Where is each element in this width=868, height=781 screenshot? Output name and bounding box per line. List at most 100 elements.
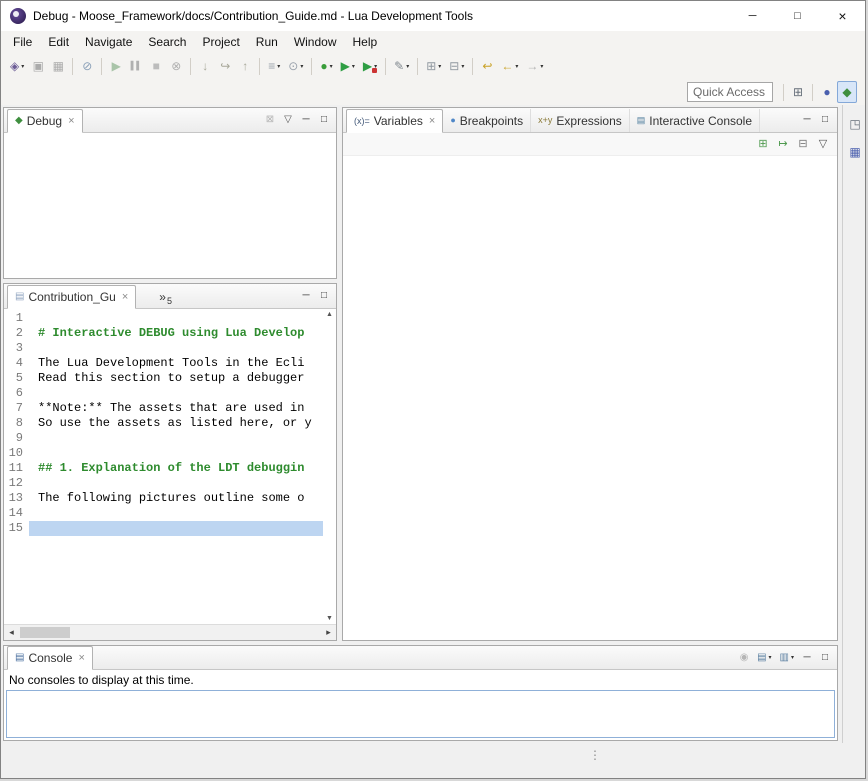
editor-line[interactable]: 6 bbox=[4, 386, 323, 401]
tab-interactive-console[interactable]: ▤Interactive Console bbox=[630, 109, 760, 132]
dropdown-arrow-icon[interactable]: ▾ bbox=[769, 654, 772, 661]
tab-debug[interactable]: ◆ Debug × bbox=[7, 109, 83, 133]
collapse-all-icon[interactable]: ⊟ bbox=[793, 133, 813, 155]
editor-line[interactable]: 15 bbox=[4, 521, 323, 536]
horizontal-scrollbar[interactable]: ◂ ▸ bbox=[4, 624, 336, 640]
sash-drag-handle[interactable]: ⋮ bbox=[589, 748, 601, 762]
scroll-right-icon[interactable]: ▸ bbox=[321, 627, 336, 638]
menu-run[interactable]: Run bbox=[248, 33, 286, 51]
tab-contribution-guide[interactable]: ▤ Contribution_Gu × bbox=[7, 285, 136, 309]
menu-edit[interactable]: Edit bbox=[40, 33, 77, 51]
editor-line[interactable]: 2# Interactive DEBUG using Lua Develop bbox=[4, 326, 323, 341]
last-edit-location-icon[interactable]: ↩ bbox=[477, 55, 497, 77]
editor-line[interactable]: 4The Lua Development Tools in the Ecli bbox=[4, 356, 323, 371]
remove-all-terminated-icon[interactable]: ⊠ bbox=[261, 110, 279, 130]
editor-line[interactable]: 10 bbox=[4, 446, 323, 461]
dropdown-arrow-icon[interactable]: ▾ bbox=[374, 63, 377, 70]
vertical-scrollbar[interactable]: ▲ ▼ bbox=[323, 309, 336, 624]
step-filters-icon[interactable]: ≡▾ bbox=[264, 55, 284, 77]
show-type-names-icon[interactable]: ⊞ bbox=[753, 133, 773, 155]
dropdown-arrow-icon[interactable]: ▾ bbox=[330, 63, 333, 70]
previous-annotation-icon[interactable]: ⊟▾ bbox=[445, 55, 468, 77]
step-into-icon[interactable]: ↓ bbox=[195, 55, 215, 77]
editor-overflow-tab[interactable]: » 5 bbox=[152, 285, 179, 308]
editor-line[interactable]: 7**Note:** The assets that are used in bbox=[4, 401, 323, 416]
close-tab-icon[interactable]: × bbox=[122, 291, 128, 303]
editor-line[interactable]: 8So use the assets as listed here, or y bbox=[4, 416, 323, 431]
save-all-icon[interactable]: ▦ bbox=[48, 55, 68, 77]
disconnect-icon[interactable]: ⊗ bbox=[166, 55, 186, 77]
maximize-icon[interactable]: □ bbox=[315, 110, 333, 130]
editor-line[interactable]: 11## 1. Explanation of the LDT debuggin bbox=[4, 461, 323, 476]
forward-icon[interactable]: →▾ bbox=[522, 55, 547, 77]
dropdown-arrow-icon[interactable]: ▾ bbox=[406, 63, 409, 70]
outline-view-icon[interactable]: ▦ bbox=[845, 141, 865, 163]
menu-help[interactable]: Help bbox=[345, 33, 386, 51]
maximize-icon[interactable]: □ bbox=[315, 286, 333, 306]
suspend-icon[interactable]: ▌▌ bbox=[126, 55, 146, 77]
step-over-icon[interactable]: ↪ bbox=[215, 55, 235, 77]
run-external-tools-icon[interactable]: ▶▾ bbox=[359, 55, 381, 77]
tab-breakpoints[interactable]: ●Breakpoints bbox=[443, 109, 531, 132]
import-variables-icon[interactable]: ↦ bbox=[773, 133, 793, 155]
quick-access-input[interactable]: Quick Access bbox=[687, 82, 773, 102]
dropdown-arrow-icon[interactable]: ▾ bbox=[21, 63, 24, 70]
minimize-icon[interactable]: ─ bbox=[798, 110, 816, 130]
scroll-down-icon[interactable]: ▼ bbox=[326, 615, 333, 622]
close-tab-icon[interactable]: × bbox=[429, 115, 435, 127]
display-selected-console-icon[interactable]: ▤▾ bbox=[753, 648, 775, 668]
run-icon[interactable]: ▶▾ bbox=[337, 55, 359, 77]
minimize-icon[interactable]: ─ bbox=[798, 648, 816, 668]
editor-line[interactable]: 13The following pictures outline some o bbox=[4, 491, 323, 506]
maximize-window-button[interactable]: □ bbox=[775, 2, 820, 31]
dropdown-arrow-icon[interactable]: ▾ bbox=[461, 63, 464, 70]
ldt-perspective-icon[interactable]: ● bbox=[817, 81, 837, 103]
scroll-left-icon[interactable]: ◂ bbox=[4, 627, 19, 638]
maximize-icon[interactable]: □ bbox=[816, 648, 834, 668]
editor-line[interactable]: 5Read this section to setup a debugger bbox=[4, 371, 323, 386]
dropdown-arrow-icon[interactable]: ▾ bbox=[277, 63, 280, 70]
view-menu-icon[interactable]: ▽ bbox=[813, 133, 833, 155]
pin-console-icon[interactable]: ◉ bbox=[735, 648, 753, 668]
editor-line[interactable]: 3 bbox=[4, 341, 323, 356]
skip-all-breakpoints-icon[interactable]: ⊘ bbox=[77, 55, 97, 77]
menu-file[interactable]: File bbox=[5, 33, 40, 51]
editor-text-area[interactable]: 12# Interactive DEBUG using Lua Develop3… bbox=[4, 309, 323, 624]
editor-line[interactable]: 9 bbox=[4, 431, 323, 446]
dropdown-arrow-icon[interactable]: ▾ bbox=[791, 654, 794, 661]
minimize-icon[interactable]: ─ bbox=[297, 286, 315, 306]
dropdown-arrow-icon[interactable]: ▾ bbox=[515, 63, 518, 70]
editor-line[interactable]: 1 bbox=[4, 311, 323, 326]
debug-view-content[interactable] bbox=[4, 133, 336, 278]
debug-perspective-icon[interactable]: ◆ bbox=[837, 81, 857, 103]
dropdown-arrow-icon[interactable]: ▾ bbox=[540, 63, 543, 70]
back-icon[interactable]: ←▾ bbox=[497, 55, 522, 77]
scrollbar-track[interactable] bbox=[19, 625, 321, 640]
terminate-icon[interactable]: ■ bbox=[146, 55, 166, 77]
scrollbar-thumb[interactable] bbox=[20, 627, 70, 638]
save-icon[interactable]: ▣ bbox=[28, 55, 48, 77]
tab-console[interactable]: ▤ Console × bbox=[7, 646, 93, 670]
debug-history-icon[interactable]: ⊙▾ bbox=[284, 55, 307, 77]
menu-project[interactable]: Project bbox=[194, 33, 247, 51]
menu-navigate[interactable]: Navigate bbox=[77, 33, 140, 51]
menu-window[interactable]: Window bbox=[286, 33, 345, 51]
open-console-icon[interactable]: ▥▾ bbox=[776, 648, 798, 668]
tab-variables[interactable]: (x)=Variables× bbox=[346, 109, 443, 133]
minimize-window-button[interactable]: ─ bbox=[730, 2, 775, 31]
debug-icon[interactable]: ●▾ bbox=[316, 55, 336, 77]
dropdown-arrow-icon[interactable]: ▾ bbox=[438, 63, 441, 70]
close-tab-icon[interactable]: × bbox=[68, 115, 74, 127]
dropdown-arrow-icon[interactable]: ▾ bbox=[352, 63, 355, 70]
minimize-icon[interactable]: ─ bbox=[297, 110, 315, 130]
open-perspective-icon[interactable]: ⊞ bbox=[788, 81, 808, 103]
scroll-up-icon[interactable]: ▲ bbox=[326, 311, 333, 318]
maximize-icon[interactable]: □ bbox=[816, 110, 834, 130]
editor-line[interactable]: 14 bbox=[4, 506, 323, 521]
mark-occurrences-icon[interactable]: ✎▾ bbox=[390, 55, 413, 77]
tab-expressions[interactable]: x+yExpressions bbox=[531, 109, 630, 132]
view-menu-icon[interactable]: ▽ bbox=[279, 110, 297, 130]
resume-icon[interactable]: ▶ bbox=[106, 55, 126, 77]
console-text-viewer[interactable] bbox=[6, 690, 835, 738]
variables-view-content[interactable] bbox=[343, 156, 837, 640]
